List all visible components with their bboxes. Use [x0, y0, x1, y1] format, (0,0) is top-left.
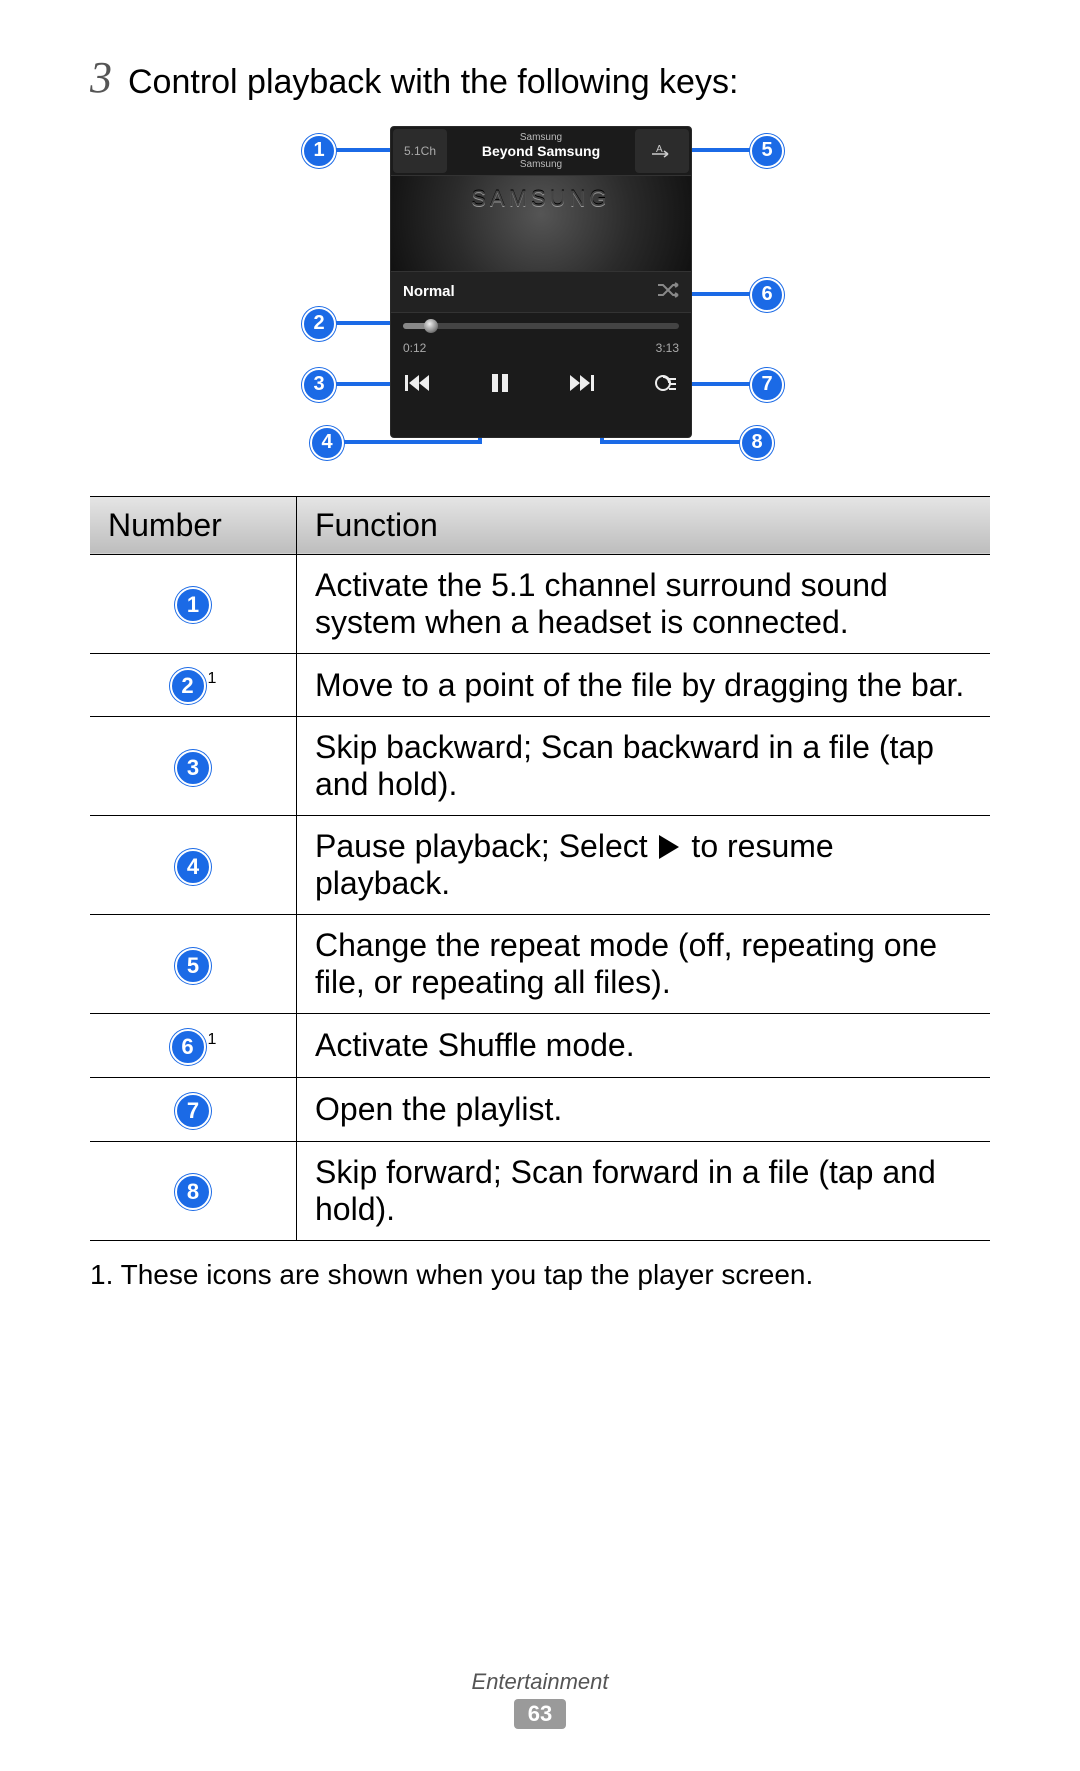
player-illustration: 5.1Ch Samsung Beyond Samsung Samsung A: [220, 126, 860, 466]
time-elapsed: 0:12: [403, 341, 426, 355]
progress-area: [391, 313, 691, 337]
table-row: 5 Change the repeat mode (off, repeating…: [90, 915, 990, 1014]
surround-button[interactable]: 5.1Ch: [393, 129, 447, 173]
table-row: 8 Skip forward; Scan forward in a file (…: [90, 1141, 990, 1240]
step-number: 3: [90, 56, 112, 100]
leader-5: [690, 148, 752, 152]
row-desc: Change the repeat mode (off, repeating o…: [297, 915, 991, 1014]
progress-bar[interactable]: [403, 323, 679, 329]
leader-8h: [600, 440, 742, 444]
table-header-row: Number Function: [90, 496, 990, 554]
playlist-icon[interactable]: [655, 373, 677, 393]
song-label: Beyond Samsung: [482, 143, 600, 159]
row-badge: 7: [175, 1093, 211, 1129]
row-badge: 2: [170, 668, 206, 704]
row-badge: 6: [170, 1029, 206, 1065]
header-function: Function: [297, 496, 991, 554]
footnote: 1. These icons are shown when you tap th…: [90, 1259, 990, 1291]
table-row: 7 Open the playlist.: [90, 1077, 990, 1141]
row-desc-pre: Pause playback; Select: [315, 828, 657, 864]
row-desc: Skip forward; Scan forward in a file (ta…: [297, 1141, 991, 1240]
header-number: Number: [90, 496, 297, 554]
play-icon: [659, 835, 679, 859]
footer: Entertainment 63: [0, 1669, 1080, 1729]
next-icon[interactable]: [570, 373, 594, 393]
row-sup: 1: [208, 1031, 217, 1048]
callout-1: 1: [302, 134, 336, 168]
row-desc: Skip backward; Scan backward in a file (…: [297, 717, 991, 816]
shuffle-icon[interactable]: [657, 282, 679, 301]
row-desc: Open the playlist.: [297, 1077, 991, 1141]
callout-7: 7: [750, 368, 784, 402]
prev-icon[interactable]: [405, 373, 429, 393]
callout-6: 6: [750, 278, 784, 312]
page-number: 63: [514, 1699, 566, 1729]
eq-label: Normal: [403, 283, 455, 300]
music-player: 5.1Ch Samsung Beyond Samsung Samsung A: [390, 126, 692, 438]
track-info: Samsung Beyond Samsung Samsung: [449, 127, 633, 175]
callout-5: 5: [750, 134, 784, 168]
row-desc: Move to a point of the file by dragging …: [297, 653, 991, 717]
callout-2: 2: [302, 307, 336, 341]
table-row: 21 Move to a point of the file by draggi…: [90, 653, 990, 717]
eq-bar: Normal: [391, 271, 691, 313]
pause-icon[interactable]: [490, 373, 510, 393]
callout-8: 8: [740, 426, 774, 460]
step-text: Control playback with the following keys…: [128, 60, 738, 106]
row-desc: Activate Shuffle mode.: [297, 1014, 991, 1078]
row-badge: 5: [175, 948, 211, 984]
row-desc: Activate the 5.1 channel surround sound …: [297, 554, 991, 653]
artist-label: Samsung: [520, 132, 562, 143]
callout-3: 3: [302, 368, 336, 402]
repeat-icon: A: [650, 144, 674, 158]
repeat-button[interactable]: A: [635, 129, 689, 173]
time-total: 3:13: [656, 341, 679, 355]
table-row: 61 Activate Shuffle mode.: [90, 1014, 990, 1078]
table-row: 1 Activate the 5.1 channel surround soun…: [90, 554, 990, 653]
leader-4h: [340, 440, 482, 444]
time-row: 0:12 3:13: [391, 337, 691, 355]
row-badge: 8: [175, 1174, 211, 1210]
table-row: 4 Pause playback; Select to resume playb…: [90, 816, 990, 915]
album-label: Samsung: [520, 159, 562, 170]
function-table: Number Function 1 Activate the 5.1 chann…: [90, 496, 990, 1241]
album-art: SAMSUNG: [391, 176, 691, 271]
row-sup: 1: [208, 670, 217, 687]
callout-4: 4: [310, 426, 344, 460]
row-badge: 3: [175, 750, 211, 786]
row-badge: 4: [175, 849, 211, 885]
row-desc: Pause playback; Select to resume playbac…: [297, 816, 991, 915]
table-row: 3 Skip backward; Scan backward in a file…: [90, 717, 990, 816]
progress-knob[interactable]: [424, 319, 438, 333]
row-badge: 1: [175, 587, 211, 623]
control-row: [391, 355, 691, 393]
brand-art-text: SAMSUNG: [471, 186, 610, 212]
player-header: 5.1Ch Samsung Beyond Samsung Samsung A: [391, 127, 691, 176]
footer-section: Entertainment: [0, 1669, 1080, 1695]
leader-1: [332, 148, 392, 152]
surround-label: 5.1Ch: [404, 144, 436, 158]
